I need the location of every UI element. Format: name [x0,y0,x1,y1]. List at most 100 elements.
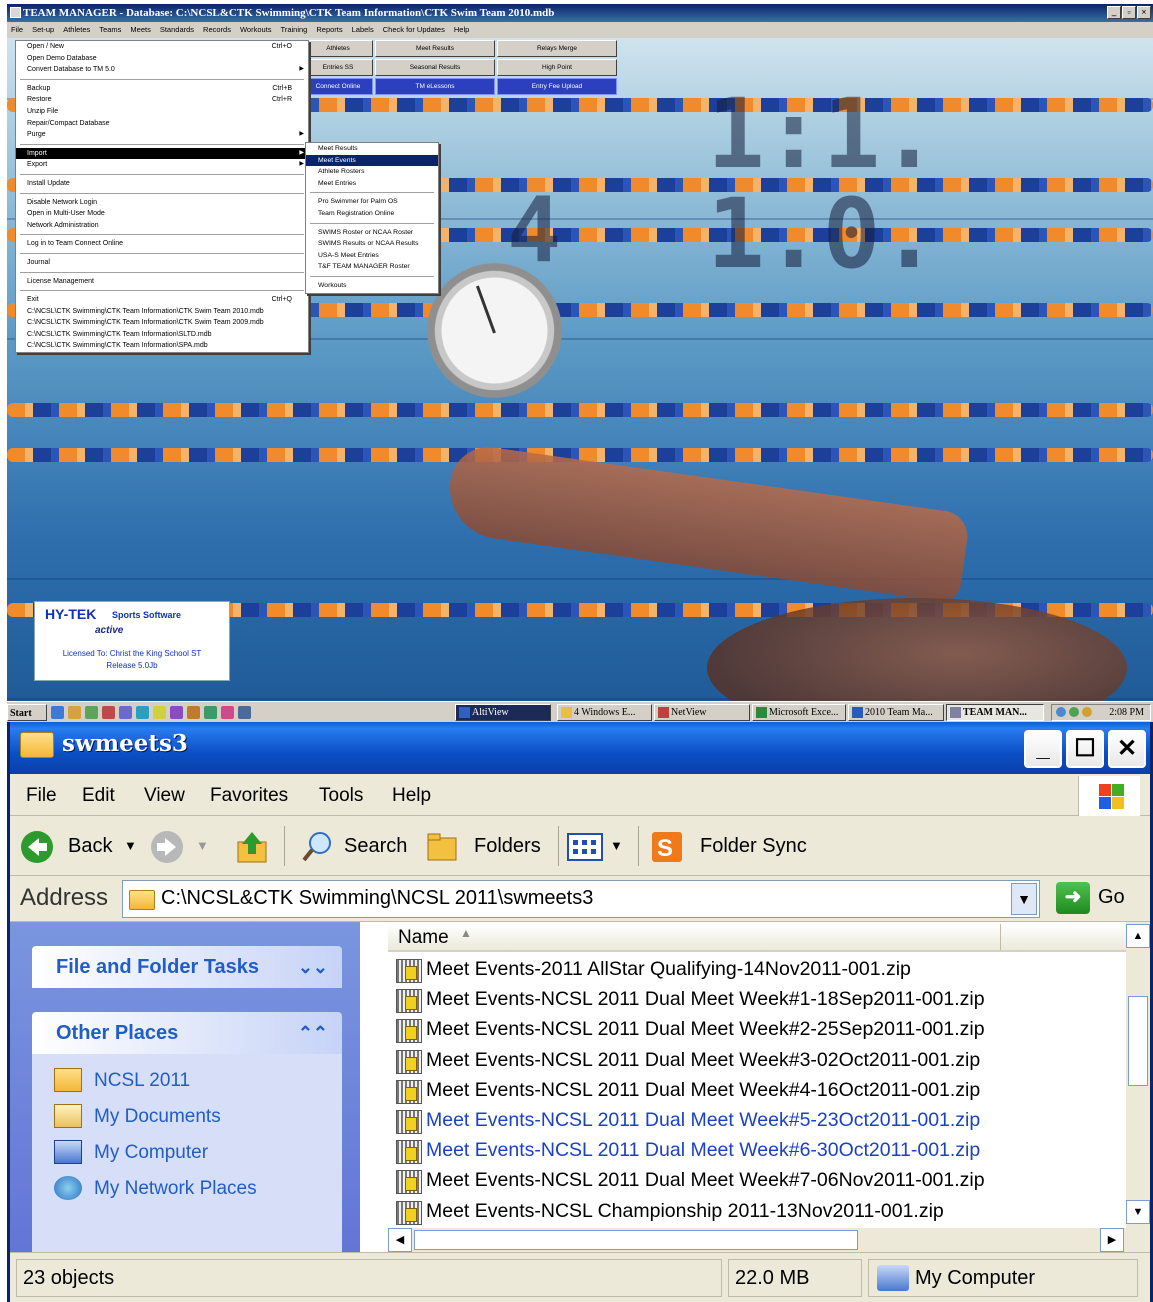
file-menu-item[interactable]: Network Administration [16,220,308,232]
import-menu-item[interactable]: SWIMS Roster or NCAA Roster [306,227,438,239]
back-dropdown-icon[interactable]: ▼ [124,828,137,864]
tm-menu-help[interactable]: Help [454,22,469,38]
file-menu-item[interactable]: Unzip File [16,106,308,118]
tm-menu-labels[interactable]: Labels [352,22,374,38]
clock[interactable]: 2:08 PM [1109,705,1144,720]
forward-button[interactable]: ▼ [150,828,220,864]
import-menu-item[interactable]: Team Registration Online [306,208,438,220]
tray-icon[interactable] [1069,707,1079,717]
other-place-my-computer[interactable]: My Computer [32,1138,342,1174]
menu-tools[interactable]: Tools [319,785,363,807]
tm-quick-button[interactable]: Meet Results [375,40,495,57]
other-places-header[interactable]: Other Places ⌃⌃ [32,1012,342,1054]
task-excel[interactable]: Microsoft Exce... [752,704,846,721]
folders-button[interactable]: Folders [424,828,554,864]
import-menu-item[interactable]: Athlete Rosters [306,166,438,178]
folder-sync-button[interactable]: S Folder Sync [650,828,820,864]
file-menu-item[interactable]: Convert Database to TM 5.0 ▶ [16,64,308,76]
file-menu-item[interactable]: Export ▶ [16,159,308,171]
tm-menu-records[interactable]: Records [203,22,231,38]
tm-restore-button[interactable]: ▫ [1122,6,1136,19]
expand-chevron-icon[interactable]: ⌄⌄ [298,946,328,988]
tm-quick-button[interactable]: Connect Online [303,78,373,95]
file-folder-tasks-header[interactable]: File and Folder Tasks ⌄⌄ [32,946,342,988]
file-menu-item[interactable]: Disable Network Login [16,197,308,209]
quick-launch-icon[interactable] [221,706,234,719]
file-menu-item[interactable]: Exit Ctrl+Q [16,294,308,306]
file-menu-item[interactable]: Backup Ctrl+B [16,83,308,95]
quick-launch-icon[interactable] [102,706,115,719]
quick-launch-icon[interactable] [68,706,81,719]
other-place-ncsl-2011[interactable]: NCSL 2011 [32,1066,342,1102]
tm-menu-workouts[interactable]: Workouts [240,22,272,38]
close-button[interactable]: ✕ [1108,730,1146,768]
task-2010-team[interactable]: 2010 Team Ma... [848,704,944,721]
tm-quick-button[interactable]: High Point [497,59,617,76]
import-menu-item[interactable]: Meet Results [306,143,438,155]
file-menu-item[interactable]: License Management [16,276,308,288]
file-list-scrollbar[interactable]: ▲ ▼ [1126,922,1150,1228]
scroll-up-icon[interactable]: ▲ [1126,924,1150,948]
task-altiview[interactable]: AltiView [455,704,551,721]
tm-menu-standards[interactable]: Standards [160,22,194,38]
file-menu-item[interactable]: Install Update [16,178,308,190]
collapse-chevron-icon[interactable]: ⌃⌃ [298,1012,328,1054]
tm-close-button[interactable]: × [1137,6,1151,19]
back-button[interactable]: Back ▼ [20,828,146,864]
start-button[interactable]: Start [7,704,47,721]
import-menu-item[interactable]: Workouts [306,280,438,292]
tm-menu-meets[interactable]: Meets [130,22,150,38]
import-menu-item[interactable]: T&F TEAM MANAGER Roster [306,261,438,273]
tm-quick-button[interactable]: Seasonal Results [375,59,495,76]
quick-launch-icon[interactable] [204,706,217,719]
file-menu-item[interactable]: C:\NCSL\CTK Swimming\CTK Team Informatio… [16,329,308,341]
column-name-header[interactable]: Name [398,927,449,949]
tray-icon[interactable] [1056,707,1066,717]
quick-launch-icon[interactable] [238,706,251,719]
import-menu-item[interactable]: Pro Swimmer for Palm OS [306,196,438,208]
import-menu-item[interactable]: SWIMS Results or NCAA Results [306,238,438,250]
file-menu-item[interactable]: Restore Ctrl+R [16,94,308,106]
file-menu-item[interactable]: Purge ▶ [16,129,308,141]
quick-launch-icon[interactable] [136,706,149,719]
tm-menu-athletes[interactable]: Athletes [63,22,90,38]
tm-menu-check-for-updates[interactable]: Check for Updates [383,22,445,38]
file-menu-item[interactable]: Repair/Compact Database [16,118,308,130]
tm-menu-training[interactable]: Training [281,22,308,38]
quick-launch-icon[interactable] [85,706,98,719]
task-netview[interactable]: NetView [654,704,750,721]
address-input[interactable]: C:\NCSL&CTK Swimming\NCSL 2011\swmeets3 … [122,880,1040,918]
file-menu-item[interactable]: Log in to Team Connect Online [16,238,308,250]
quick-launch-icon[interactable] [187,706,200,719]
column-divider[interactable] [1000,924,1001,950]
task-team-manager[interactable]: TEAM MAN... [946,704,1044,721]
file-menu-item[interactable]: Import ▶ [16,147,308,160]
maximize-button[interactable]: ☐ [1066,730,1104,768]
import-menu-item[interactable]: Meet Entries [306,178,438,190]
menu-view[interactable]: View [144,785,185,807]
scroll-right-icon[interactable]: ▶ [1100,1228,1124,1252]
tm-quick-button[interactable]: Entry Fee Upload [497,78,617,95]
address-dropdown-icon[interactable]: ▼ [1011,883,1037,915]
forward-dropdown-icon[interactable]: ▼ [196,828,209,864]
quick-launch-icon[interactable] [119,706,132,719]
file-menu-item[interactable]: Journal [16,257,308,269]
menu-favorites[interactable]: Favorites [210,785,288,807]
other-place-my-network-places[interactable]: My Network Places [32,1174,342,1210]
file-menu-item[interactable]: Open in Multi-User Mode [16,208,308,220]
search-button[interactable]: Search [300,828,410,864]
file-menu-item[interactable]: C:\NCSL\CTK Swimming\CTK Team Informatio… [16,340,308,352]
horizontal-scrollbar[interactable]: ◀ ▶ [388,1228,1150,1252]
menu-help[interactable]: Help [392,785,431,807]
scroll-thumb[interactable] [1128,996,1148,1086]
quick-launch-icon[interactable] [51,706,64,719]
file-menu-item[interactable]: C:\NCSL\CTK Swimming\CTK Team Informatio… [16,317,308,329]
file-menu-item[interactable]: C:\NCSL\CTK Swimming\CTK Team Informatio… [16,306,308,318]
tm-menu-file[interactable]: File [11,22,23,38]
other-place-my-documents[interactable]: My Documents [32,1102,342,1138]
import-menu-item[interactable]: Meet Events [306,154,438,167]
tm-quick-button[interactable]: Entries SS [303,59,373,76]
file-menu-item[interactable]: Open Demo Database [16,53,308,65]
up-folder-button[interactable] [234,828,274,864]
go-button-label[interactable]: Go [1098,886,1125,909]
